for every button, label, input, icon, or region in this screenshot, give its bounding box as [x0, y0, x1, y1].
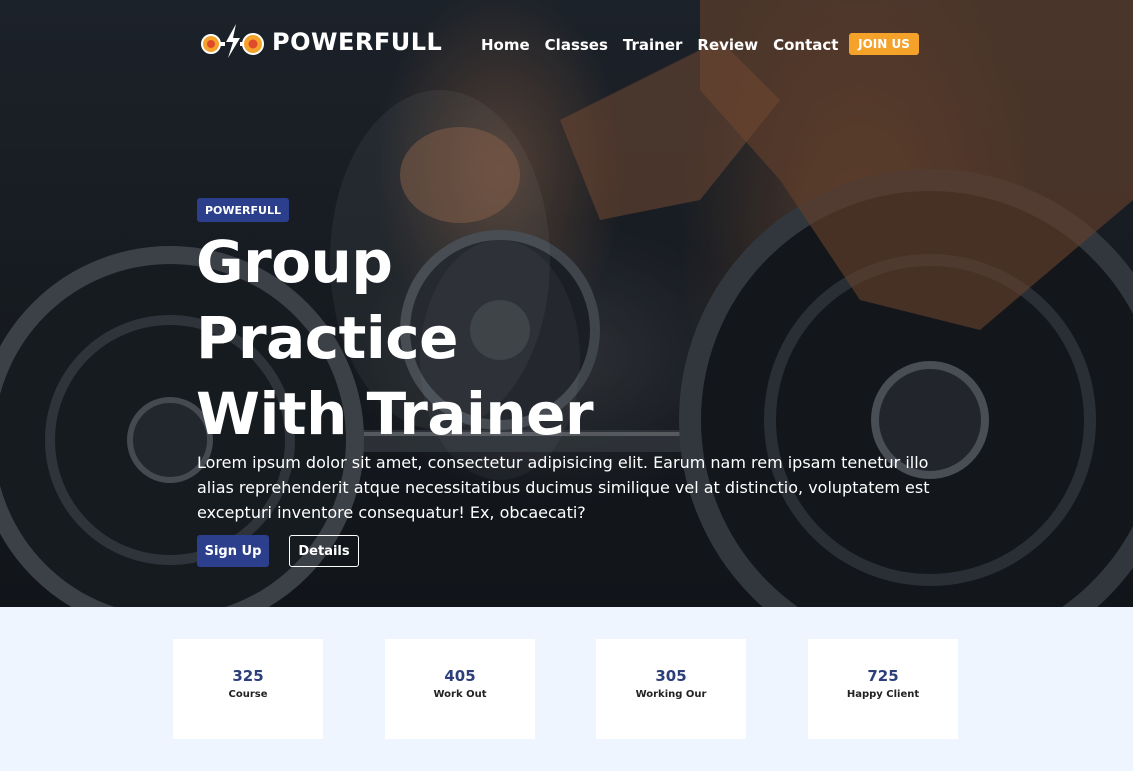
stat-label: Work Out	[433, 689, 487, 700]
stat-label: Working Our	[635, 689, 707, 700]
hero-description: Lorem ipsum dolor sit amet, consectetur …	[197, 453, 930, 522]
nav-contact[interactable]: Contact	[773, 36, 838, 54]
nav-classes[interactable]: Classes	[545, 36, 608, 54]
stat-label: Happy Client	[846, 689, 920, 700]
nav-review[interactable]: Review	[697, 36, 758, 54]
stat-label: Course	[228, 689, 268, 700]
headline-line-1: Group	[196, 228, 393, 296]
hero-badge: POWERFULL	[197, 198, 289, 222]
dumbbell-bolt-icon	[201, 24, 264, 58]
nav-trainer[interactable]: Trainer	[623, 36, 683, 54]
main-nav: Home Classes Trainer Review Contact	[481, 34, 853, 56]
sign-up-button[interactable]: Sign Up	[197, 535, 269, 567]
stat-card-working-our: 305 Working Our	[596, 639, 746, 739]
stat-value: 305	[655, 667, 687, 685]
details-button[interactable]: Details	[289, 535, 359, 567]
stat-value: 405	[444, 667, 476, 685]
join-us-button[interactable]: JOIN US	[849, 33, 919, 55]
brand-logo[interactable]: POWERFULL	[200, 22, 442, 62]
headline-line-2: Practice	[196, 304, 458, 372]
stats-section: 325 Course 405 Work Out 305 Working Our …	[0, 607, 1133, 771]
stat-value: 725	[867, 667, 899, 685]
stat-card-happy-client: 725 Happy Client	[808, 639, 958, 739]
hero-headline: Group Practice With Trainer	[196, 224, 796, 452]
stat-value: 325	[232, 667, 264, 685]
hero-section: POWERFULL Home Classes Trainer Review Co…	[0, 0, 1133, 607]
brand-name: POWERFULL	[272, 28, 443, 56]
stat-card-work-out: 405 Work Out	[385, 639, 535, 739]
nav-home[interactable]: Home	[481, 36, 530, 54]
headline-line-3: With Trainer	[196, 380, 594, 448]
stat-card-course: 325 Course	[173, 639, 323, 739]
